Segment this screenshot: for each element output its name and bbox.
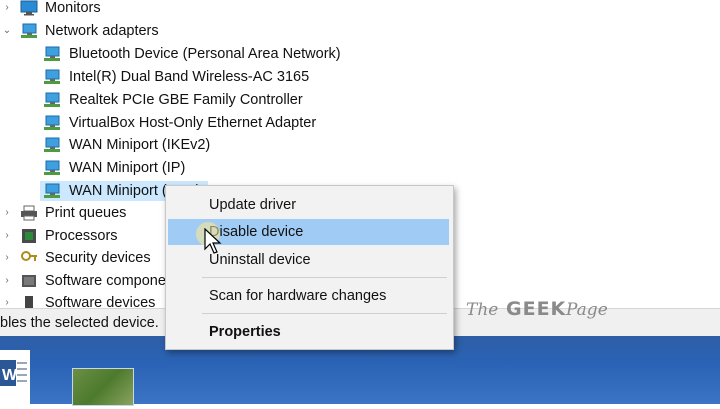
- tree-item-realtek-gbe[interactable]: Realtek PCIe GBE Family Controller: [0, 89, 360, 111]
- security-device-icon: [21, 251, 37, 261]
- network-adapter-icon: [21, 23, 37, 38]
- menu-item-scan-hardware[interactable]: Scan for hardware changes: [168, 283, 449, 309]
- watermark-geek: GEEK: [506, 298, 567, 320]
- software-device-icon: [25, 296, 33, 308]
- tree-item-label: Bluetooth Device (Personal Area Network): [69, 46, 341, 62]
- watermark-page: Page: [566, 300, 608, 320]
- menu-item-label: Update driver: [209, 197, 297, 213]
- tree-item-label: Processors: [45, 228, 118, 244]
- expand-chevron-icon[interactable]: ›: [2, 292, 12, 308]
- tree-item-label: WAN Miniport (IKEv2): [69, 137, 211, 153]
- tree-item-label: Realtek PCIe GBE Family Controller: [69, 92, 303, 108]
- menu-separator: [202, 313, 447, 314]
- status-text: bles the selected device.: [0, 315, 159, 331]
- word-icon: W: [0, 360, 27, 386]
- network-adapter-icon: [44, 137, 60, 152]
- tree-item-label: WAN Miniport (IP): [69, 160, 186, 176]
- tree-item-wan-miniport-ikev2[interactable]: WAN Miniport (IKEv2): [0, 134, 360, 156]
- monitor-icon: [20, 0, 38, 16]
- collapse-chevron-icon[interactable]: ⌄: [2, 20, 12, 42]
- printer-icon: [21, 205, 37, 221]
- tree-item-label: Monitors: [45, 0, 101, 16]
- expand-chevron-icon[interactable]: ›: [2, 202, 12, 224]
- tree-item-monitors[interactable]: › Monitors: [0, 0, 300, 19]
- network-adapter-icon: [44, 46, 60, 61]
- watermark-the: The: [466, 300, 499, 320]
- tree-item-label: Security devices: [45, 250, 151, 266]
- network-adapter-icon: [44, 160, 60, 175]
- expand-chevron-icon[interactable]: ›: [2, 270, 12, 292]
- tree-item-label: Intel(R) Dual Band Wireless-AC 3165: [69, 69, 310, 85]
- menu-item-label: Uninstall device: [209, 252, 311, 268]
- network-adapter-icon: [44, 115, 60, 130]
- expand-chevron-icon[interactable]: ›: [2, 247, 12, 269]
- software-component-icon: [22, 275, 36, 287]
- menu-separator: [202, 277, 447, 278]
- network-adapter-icon: [44, 183, 60, 198]
- menu-item-label: Properties: [209, 324, 281, 340]
- tree-item-bluetooth-pan[interactable]: Bluetooth Device (Personal Area Network): [0, 43, 360, 65]
- menu-item-properties[interactable]: Properties: [168, 319, 449, 345]
- menu-item-label: Scan for hardware changes: [209, 288, 387, 304]
- svg-text:W: W: [2, 367, 18, 384]
- tree-item-label: Network adapters: [45, 23, 159, 39]
- network-adapter-icon: [44, 69, 60, 84]
- expand-chevron-icon[interactable]: ›: [2, 225, 12, 247]
- tree-item-virtualbox-adapter[interactable]: VirtualBox Host-Only Ethernet Adapter: [0, 112, 360, 134]
- word-taskbar-icon[interactable]: W: [0, 350, 30, 404]
- taskbar-window-thumbnail[interactable]: [72, 368, 134, 406]
- watermark-logo: The GEEK Page: [462, 296, 612, 326]
- tree-item-intel-wireless[interactable]: Intel(R) Dual Band Wireless-AC 3165: [0, 66, 360, 88]
- processor-icon: [22, 229, 36, 243]
- menu-item-update-driver[interactable]: Update driver: [168, 192, 449, 218]
- tree-item-label: VirtualBox Host-Only Ethernet Adapter: [69, 115, 317, 131]
- tree-item-label: Print queues: [45, 205, 127, 221]
- network-adapter-icon: [44, 92, 60, 107]
- context-menu: Update driver Disable device Uninstall d…: [165, 185, 454, 350]
- mouse-pointer-icon: [204, 228, 222, 254]
- expand-chevron-icon[interactable]: ›: [2, 0, 12, 19]
- tree-item-wan-miniport-ip[interactable]: WAN Miniport (IP): [0, 157, 360, 179]
- tree-item-label: Software devices: [45, 295, 156, 308]
- tree-item-network-adapters[interactable]: ⌄ Network adapters: [0, 20, 300, 42]
